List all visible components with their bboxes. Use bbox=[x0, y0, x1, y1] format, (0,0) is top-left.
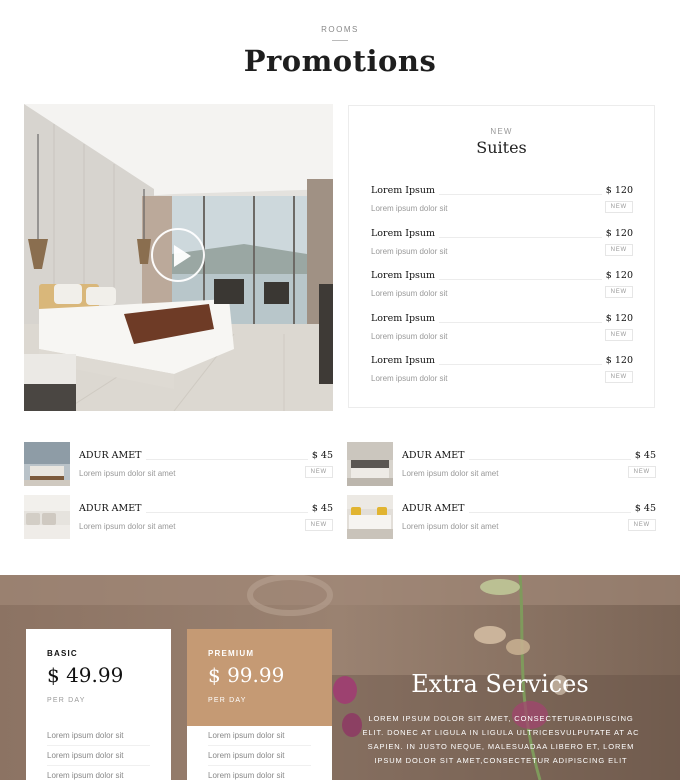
suites-eyebrow: NEW bbox=[490, 127, 513, 136]
new-badge: NEW bbox=[604, 244, 633, 256]
feature-item: Lorem ipsum dolor sit bbox=[208, 726, 311, 746]
feature-item: Lorem ipsum dolor sit bbox=[47, 746, 150, 766]
suite-description: Lorem ipsum dolor sit bbox=[371, 332, 448, 341]
suite-price: $ 120 bbox=[601, 355, 633, 366]
extra-services-section: BASIC $ 49.99 PER DAY Lorem ipsum dolor … bbox=[0, 575, 680, 780]
room-description: Lorem ipsum dolor sit amet bbox=[402, 522, 499, 531]
new-badge: NEW bbox=[604, 286, 633, 298]
suite-item[interactable]: Lorem Ipsum $ 120 Lorem ipsum dolor sit … bbox=[371, 228, 633, 262]
suite-price: $ 120 bbox=[601, 185, 633, 196]
suite-item[interactable]: Lorem Ipsum $ 120 Lorem ipsum dolor sit … bbox=[371, 270, 633, 304]
suite-name: Lorem Ipsum bbox=[371, 313, 440, 324]
feature-item: Lorem ipsum dolor sit bbox=[208, 746, 311, 766]
suite-price: $ 120 bbox=[601, 313, 633, 324]
suite-name: Lorem Ipsum bbox=[371, 185, 440, 196]
suite-description: Lorem ipsum dolor sit bbox=[371, 289, 448, 298]
new-badge: NEW bbox=[304, 519, 333, 531]
pricing-card-basic[interactable]: BASIC $ 49.99 PER DAY Lorem ipsum dolor … bbox=[26, 629, 171, 780]
suite-price: $ 120 bbox=[601, 228, 633, 239]
room-name: ADUR AMET bbox=[402, 503, 469, 514]
room-description: Lorem ipsum dolor sit amet bbox=[79, 469, 176, 478]
suite-description: Lorem ipsum dolor sit bbox=[371, 247, 448, 256]
suite-item[interactable]: Lorem Ipsum $ 120 Lorem ipsum dolor sit … bbox=[371, 355, 633, 389]
play-video-button[interactable] bbox=[151, 228, 205, 282]
suite-name: Lorem Ipsum bbox=[371, 270, 440, 281]
room-price: $ 45 bbox=[307, 450, 333, 461]
pricing-card-premium[interactable]: PREMIUM $ 99.99 PER DAY Lorem ipsum dolo… bbox=[187, 629, 332, 780]
new-badge: NEW bbox=[604, 371, 633, 383]
plan-price: $ 99.99 bbox=[208, 663, 285, 687]
room-item[interactable]: ADUR AMET $ 45 Lorem ipsum dolor sit ame… bbox=[24, 442, 333, 486]
room-item[interactable]: ADUR AMET $ 45 Lorem ipsum dolor sit ame… bbox=[347, 442, 656, 486]
feature-item: Lorem ipsum dolor sit bbox=[208, 766, 311, 780]
suite-item[interactable]: Lorem Ipsum $ 120 Lorem ipsum dolor sit … bbox=[371, 185, 633, 219]
room-thumbnail bbox=[24, 442, 70, 486]
extra-services-title: Extra Services bbox=[411, 670, 589, 698]
new-badge: NEW bbox=[604, 201, 633, 213]
plan-name: BASIC bbox=[47, 649, 78, 658]
room-name: ADUR AMET bbox=[402, 450, 469, 461]
room-description: Lorem ipsum dolor sit amet bbox=[402, 469, 499, 478]
room-price: $ 45 bbox=[307, 503, 333, 514]
suites-card: NEW Suites Lorem Ipsum $ 120 Lorem ipsum… bbox=[348, 105, 655, 408]
room-thumbnail bbox=[347, 442, 393, 486]
new-badge: NEW bbox=[627, 466, 656, 478]
new-badge: NEW bbox=[627, 519, 656, 531]
room-photo bbox=[24, 104, 333, 411]
page-title: Promotions bbox=[243, 44, 437, 78]
section-eyebrow: ROOMS bbox=[321, 25, 359, 34]
suite-name: Lorem Ipsum bbox=[371, 228, 440, 239]
room-description: Lorem ipsum dolor sit amet bbox=[79, 522, 176, 531]
room-thumbnail bbox=[347, 495, 393, 539]
room-item[interactable]: ADUR AMET $ 45 Lorem ipsum dolor sit ame… bbox=[24, 495, 333, 539]
eyebrow-divider bbox=[332, 40, 348, 41]
suites-title: Suites bbox=[476, 138, 527, 157]
feature-list: Lorem ipsum dolor sit Lorem ipsum dolor … bbox=[187, 726, 332, 780]
suite-name: Lorem Ipsum bbox=[371, 355, 440, 366]
room-price: $ 45 bbox=[630, 450, 656, 461]
room-name: ADUR AMET bbox=[79, 450, 146, 461]
plan-period: PER DAY bbox=[47, 697, 86, 704]
plan-price: $ 49.99 bbox=[47, 663, 124, 687]
room-name: ADUR AMET bbox=[79, 503, 146, 514]
plan-period: PER DAY bbox=[208, 697, 247, 704]
feature-item: Lorem ipsum dolor sit bbox=[47, 766, 150, 780]
room-thumbnail bbox=[24, 495, 70, 539]
suite-item[interactable]: Lorem Ipsum $ 120 Lorem ipsum dolor sit … bbox=[371, 313, 633, 347]
room-item[interactable]: ADUR AMET $ 45 Lorem ipsum dolor sit ame… bbox=[347, 495, 656, 539]
plan-name: PREMIUM bbox=[208, 649, 255, 658]
feature-list: Lorem ipsum dolor sit Lorem ipsum dolor … bbox=[26, 726, 171, 780]
suite-price: $ 120 bbox=[601, 270, 633, 281]
suite-description: Lorem ipsum dolor sit bbox=[371, 204, 448, 213]
feature-item: Lorem ipsum dolor sit bbox=[47, 726, 150, 746]
suite-description: Lorem ipsum dolor sit bbox=[371, 374, 448, 383]
new-badge: NEW bbox=[304, 466, 333, 478]
extra-services-text: Lorem ipsum dolor sit amet, consectetura… bbox=[362, 714, 640, 765]
new-badge: NEW bbox=[604, 329, 633, 341]
room-price: $ 45 bbox=[630, 503, 656, 514]
